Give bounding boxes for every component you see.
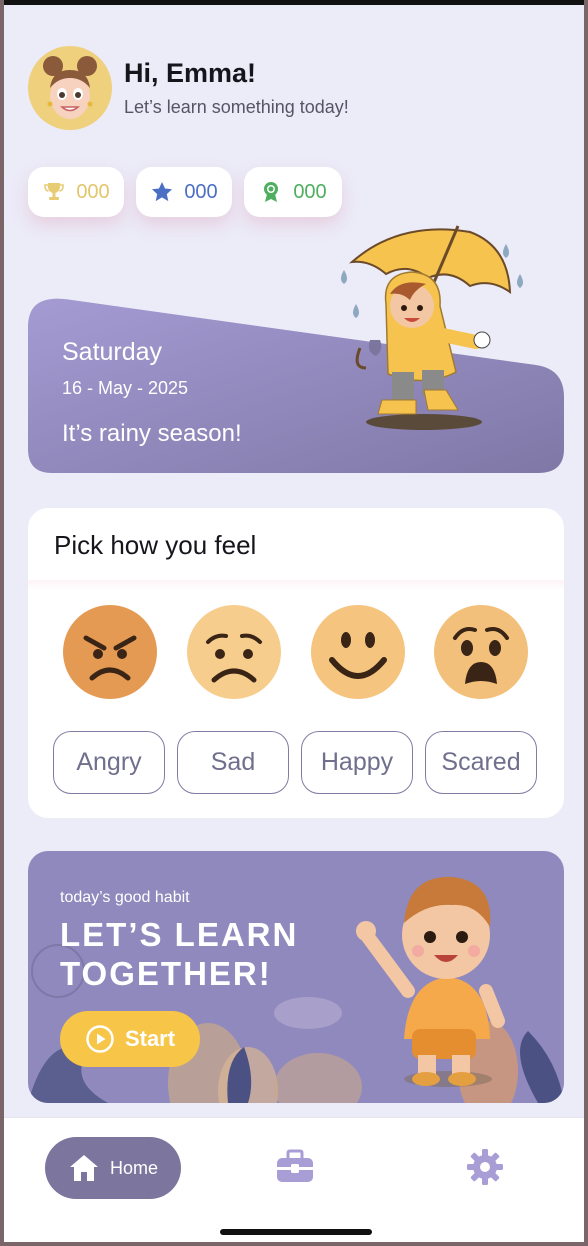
scared-face-icon[interactable] — [433, 604, 529, 700]
app-screen: Hi, Emma! Let’s learn something today! 0… — [4, 0, 584, 1242]
star-stat[interactable]: 000 — [136, 167, 232, 217]
feelings-card: Pick how you feel Angry Sad Happy Scared — [28, 508, 564, 818]
weather-message: It’s rainy season! — [62, 420, 242, 447]
happy-face-icon[interactable] — [310, 604, 406, 700]
habit-card[interactable]: today’s good habit LET’S LEARN TOGETHER!… — [28, 851, 564, 1103]
home-icon — [69, 1155, 98, 1181]
gear-icon[interactable] — [464, 1146, 506, 1188]
star-count: 000 — [184, 180, 218, 203]
feelings-title: Pick how you feel — [54, 530, 257, 560]
greeting-title: Hi, Emma! — [124, 58, 257, 88]
home-indicator — [220, 1229, 372, 1235]
happy-button[interactable]: Happy — [301, 731, 413, 794]
trophy-stat[interactable]: 000 — [28, 167, 124, 217]
habit-title-line-2: TOGETHER! — [60, 955, 272, 992]
trophy-count: 000 — [76, 180, 110, 203]
nav-home-label: Home — [109, 1157, 158, 1178]
sad-button[interactable]: Sad — [177, 731, 289, 794]
medal-stat[interactable]: 000 — [244, 167, 342, 217]
angry-face-icon[interactable] — [62, 604, 158, 700]
habit-caption: today’s good habit — [60, 889, 190, 906]
start-button[interactable]: Start — [60, 1011, 200, 1067]
child-umbrella-illustration — [341, 225, 523, 430]
star-icon — [152, 182, 173, 202]
weather-date: 16 - May - 2025 — [62, 378, 189, 398]
medal-icon — [264, 182, 279, 202]
weather-day: Saturday — [62, 338, 163, 366]
toolbox-icon[interactable] — [274, 1146, 316, 1188]
bottom-nav: Home — [4, 1117, 584, 1242]
habit-title: LET’S LEARN TOGETHER! — [60, 915, 298, 993]
nav-home[interactable]: Home — [45, 1137, 181, 1199]
avatar[interactable] — [28, 46, 112, 130]
play-icon — [86, 1025, 114, 1053]
sad-face-icon[interactable] — [186, 604, 282, 700]
status-bar — [4, 0, 584, 5]
feelings-divider — [28, 580, 564, 590]
habit-title-line-1: LET’S LEARN — [60, 916, 299, 953]
greeting-subtitle: Let’s learn something today! — [124, 97, 349, 117]
medal-count: 000 — [293, 180, 327, 203]
trophy-icon — [44, 183, 65, 200]
scared-button[interactable]: Scared — [425, 731, 537, 794]
start-label: Start — [124, 1026, 176, 1051]
angry-button[interactable]: Angry — [53, 731, 165, 794]
